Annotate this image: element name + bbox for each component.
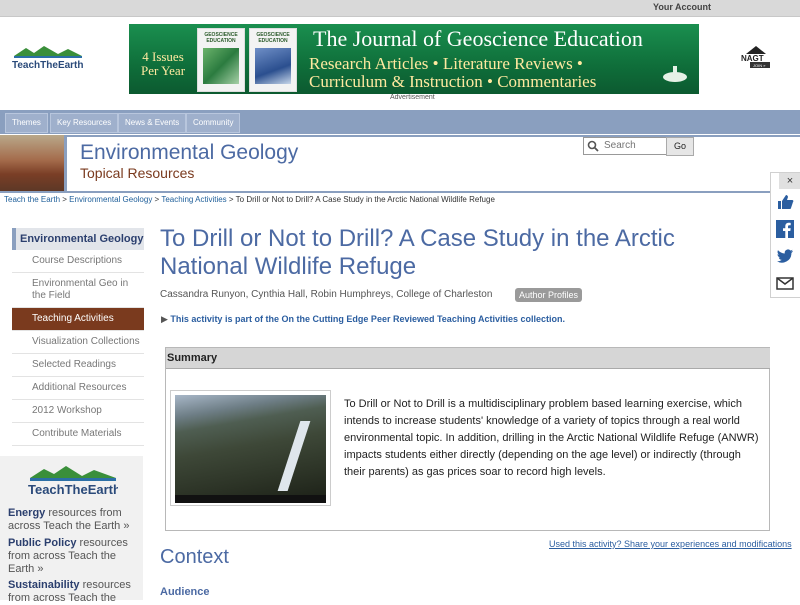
journal-cover-2: GEOSCIENCE EDUCATION <box>249 28 297 92</box>
journal-banner-ad[interactable]: 4 Issues Per Year GEOSCIENCE EDUCATION G… <box>129 24 699 94</box>
nav-tab-news-events[interactable]: News & Events <box>118 113 187 133</box>
svg-text:JOIN »: JOIN » <box>753 63 766 68</box>
advertisement-label: Advertisement <box>390 94 435 101</box>
sidebar-item-additional-resources[interactable]: Additional Resources <box>12 377 144 400</box>
breadcrumb-current: To Drill or Not to Drill? A Case Study i… <box>235 195 495 204</box>
thumbs-up-icon[interactable] <box>776 193 794 211</box>
context-heading: Context <box>160 546 229 568</box>
audience-heading: Audience <box>160 586 210 598</box>
search-input[interactable] <box>604 139 662 152</box>
author-list: Cassandra Runyon, Cynthia Hall, Robin Hu… <box>160 289 493 300</box>
search-icon <box>587 140 599 152</box>
main-nav: Themes Key Resources News & Events Commu… <box>0 110 800 134</box>
expand-triangle-icon: ▶ <box>161 314 171 324</box>
summary-heading: Summary <box>166 348 770 369</box>
sidebar-item-selected-readings[interactable]: Selected Readings <box>12 354 144 377</box>
twitter-icon[interactable] <box>776 247 794 265</box>
nav-tab-key-resources[interactable]: Key Resources <box>50 113 119 133</box>
share-close-button[interactable]: × <box>779 173 800 189</box>
section-left-rule <box>64 135 67 191</box>
journal-cover-1: GEOSCIENCE EDUCATION <box>197 28 245 92</box>
cutting-edge-note[interactable]: ▶ This activity is part of the On the Cu… <box>161 314 565 325</box>
svg-text:TeachTheEarth: TeachTheEarth <box>28 482 118 497</box>
facebook-icon[interactable] <box>776 220 794 238</box>
teach-the-earth-logo[interactable]: TeachTheEarth <box>12 44 84 72</box>
author-profiles-button[interactable]: Author Profiles <box>515 288 583 302</box>
sidebar-item-2012-workshop[interactable]: 2012 Workshop <box>12 400 144 423</box>
nav-tab-community[interactable]: Community <box>186 113 241 133</box>
summary-box: Summary To Drill or Not to Drill is a mu… <box>165 347 770 531</box>
promo-public-policy[interactable]: Public Policy resources from across Teac… <box>8 537 134 576</box>
sidebar-heading[interactable]: Environmental Geology <box>12 228 144 250</box>
search-go-button[interactable]: Go <box>666 137 694 156</box>
nav-tab-themes[interactable]: Themes <box>5 113 48 133</box>
banner-line-1: Research Articles • Literature Reviews • <box>309 54 583 73</box>
banner-title: The Journal of Geoscience Education <box>313 26 643 51</box>
sidebar-nav: Environmental Geology Course Description… <box>12 228 144 446</box>
breadcrumb: Teach the Earth > Environmental Geology … <box>4 195 495 204</box>
sidebar-item-course-descriptions[interactable]: Course Descriptions <box>12 250 144 273</box>
summary-text: To Drill or Not to Drill is a multidisci… <box>344 398 759 478</box>
anwr-aerial-photo[interactable] <box>170 390 331 506</box>
teach-the-earth-logo-sidebar[interactable]: TeachTheEarth <box>28 464 118 498</box>
share-experience-link[interactable]: Used this activity? Share your experienc… <box>549 539 792 549</box>
search-box <box>583 137 667 155</box>
sidebar-item-contribute-materials[interactable]: Contribute Materials <box>12 423 144 446</box>
email-icon[interactable] <box>776 274 794 292</box>
cutting-edge-text: This activity is part of the On the Cutt… <box>170 314 566 324</box>
svg-text:NAGT: NAGT <box>741 54 764 63</box>
your-account-link[interactable]: Your Account <box>653 2 711 12</box>
breadcrumb-environmental-geology[interactable]: Environmental Geology <box>69 195 152 204</box>
tte-logo-text: TeachTheEarth <box>12 60 84 71</box>
breadcrumb-teach-the-earth[interactable]: Teach the Earth <box>4 195 60 204</box>
top-account-bar: Your Account <box>0 0 800 17</box>
lamp-icon <box>663 66 687 82</box>
section-subtitle: Topical Resources <box>80 165 195 181</box>
promo-sustainability[interactable]: Sustainability resources from across Tea… <box>8 579 134 605</box>
breadcrumb-teaching-activities[interactable]: Teaching Activities <box>161 195 226 204</box>
promo-energy[interactable]: Energy resources from across Teach the E… <box>8 507 134 533</box>
section-title[interactable]: Environmental Geology <box>80 141 298 165</box>
share-panel: × <box>770 172 800 298</box>
nagt-logo[interactable]: NAGT JOIN » <box>738 44 774 68</box>
banner-line-2: Curriculum & Instruction • Commentaries <box>309 72 597 91</box>
banner-issues-text: 4 Issues Per Year <box>140 49 186 78</box>
sidebar-item-teaching-activities[interactable]: Teaching Activities <box>12 308 144 331</box>
sidebar-item-visualization-collections[interactable]: Visualization Collections <box>12 331 144 354</box>
page-title: To Drill or Not to Drill? A Case Study i… <box>160 225 675 280</box>
section-header-photo <box>0 135 64 191</box>
section-bottom-rule <box>0 191 800 193</box>
sidebar-item-environmental-geo-in-the-field[interactable]: Environmental Geo in the Field <box>12 273 144 308</box>
